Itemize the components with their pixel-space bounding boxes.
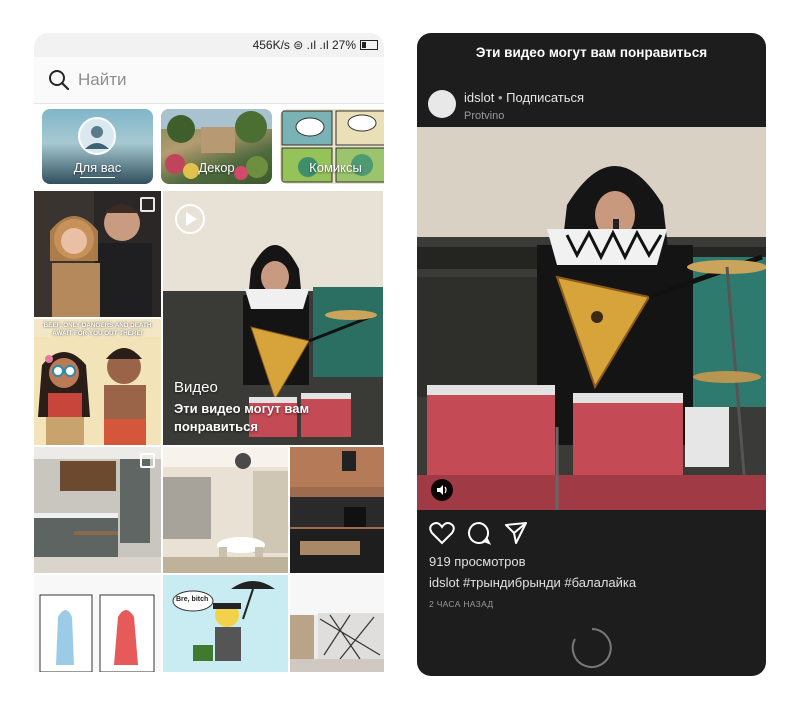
- post-time: 2 ЧАСА НАЗАД: [429, 599, 494, 609]
- player-title: Эти видео могут вам понравиться: [475, 45, 708, 60]
- speech-bubble-text: Bre, bitch: [176, 596, 209, 603]
- like-icon[interactable]: [429, 521, 455, 545]
- comic-text: BEEF, ONLY DANGERS AND DEATH AWAIT FOR Y…: [43, 322, 152, 338]
- video-player-screen: Эти видео могут вам понравиться idslot •…: [417, 33, 766, 676]
- photo-father-daughter[interactable]: [34, 191, 161, 317]
- status-info: 456K/s ⊜ .ıl .ıl 27%: [253, 38, 378, 52]
- wall-art-image: [290, 575, 384, 672]
- post-header: idslot • Подписаться: [464, 90, 584, 105]
- views-count: 919 просмотров: [429, 554, 526, 569]
- caption-hashtags[interactable]: #трындибрынди #балалайка: [463, 575, 636, 590]
- search-icon: [49, 70, 70, 91]
- follow-button[interactable]: Подписаться: [506, 90, 584, 105]
- username-link[interactable]: idslot: [464, 90, 494, 105]
- chip-decor[interactable]: Декор: [161, 109, 272, 184]
- search-bar[interactable]: Найти: [34, 57, 384, 104]
- comic-characters-image: [34, 337, 161, 445]
- share-icon[interactable]: [504, 521, 528, 545]
- avatar[interactable]: [428, 90, 456, 118]
- interior-dark-kitchen[interactable]: [290, 447, 384, 573]
- comic-umbrella-image: [163, 575, 288, 672]
- chip-underline: [80, 177, 115, 178]
- comic-drawings-tile[interactable]: [34, 575, 161, 672]
- status-text: 456K/s ⊜ .ıl .ıl 27%: [252, 38, 356, 52]
- dark-kitchen-image: [290, 447, 384, 573]
- sound-icon[interactable]: [431, 479, 453, 501]
- multi-photo-icon: [140, 197, 155, 212]
- play-icon: [175, 204, 205, 234]
- chip-for-you[interactable]: Для вас: [42, 109, 153, 184]
- loading-spinner-icon: [571, 628, 612, 668]
- chip-label: Комиксы: [309, 160, 362, 175]
- comic-moana-tile[interactable]: BEEF, ONLY DANGERS AND DEATH AWAIT FOR Y…: [34, 319, 161, 445]
- comic-bre-tile[interactable]: Bre, bitch: [163, 575, 288, 672]
- interior-living-room[interactable]: [163, 447, 288, 573]
- search-input[interactable]: Найти: [78, 70, 127, 90]
- video-content-image: [417, 127, 766, 510]
- video-tile-title: Эти видео могут вам понравиться: [174, 401, 310, 434]
- living-room-image: [163, 447, 288, 573]
- status-bar: 456K/s ⊜ .ıl .ıl 27%: [34, 33, 384, 57]
- profile-avatar-image: [78, 117, 116, 155]
- battery-icon: [360, 40, 378, 50]
- video-feature-tile[interactable]: Видео Эти видео могут вам понравиться: [163, 191, 383, 445]
- caption-username[interactable]: idslot: [429, 575, 459, 590]
- caption: idslot #трындибрынди #балалайка: [429, 575, 636, 590]
- comment-icon[interactable]: [467, 521, 491, 545]
- video-tile-kind: Видео: [174, 379, 218, 396]
- multi-photo-icon: [140, 453, 155, 468]
- chip-comics[interactable]: Комиксы: [280, 109, 384, 184]
- interior-wall-art[interactable]: [290, 575, 384, 672]
- drawings-image: [34, 575, 161, 672]
- separator-dot: •: [497, 90, 503, 105]
- chip-label: Декор: [198, 160, 235, 175]
- video-frame[interactable]: [417, 127, 766, 510]
- explore-screen: 456K/s ⊜ .ıl .ıl 27% Найти Для вас Декор…: [34, 33, 384, 672]
- chip-label: Для вас: [73, 160, 122, 175]
- interior-kitchen-grey[interactable]: [34, 447, 161, 573]
- location-link[interactable]: Protvino: [464, 110, 504, 122]
